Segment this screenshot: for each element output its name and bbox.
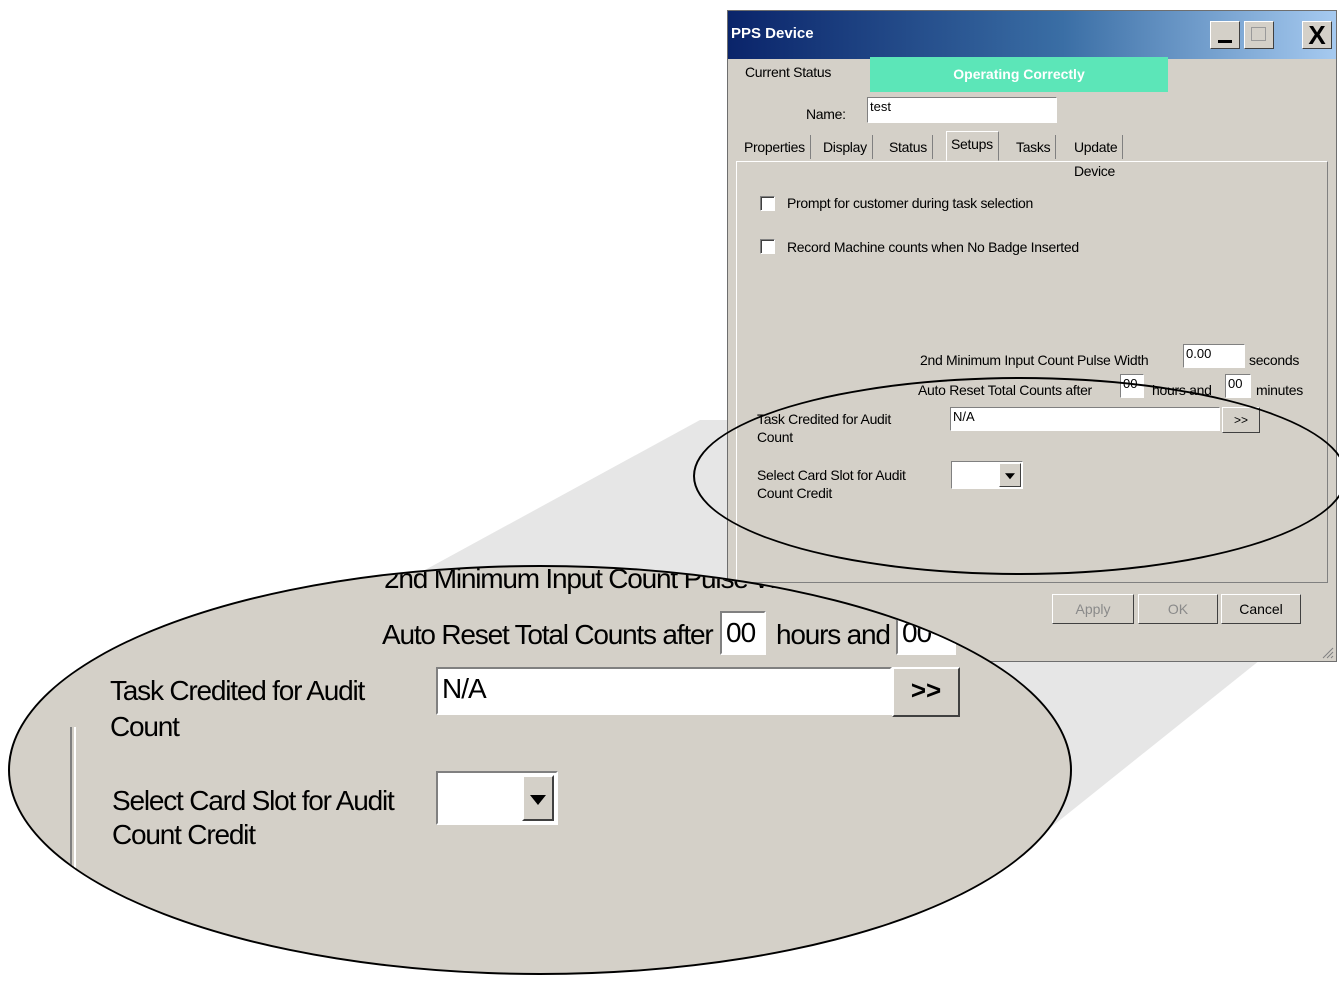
pps-device-window: PPS Device X Current Status Operating Co… [727,10,1337,662]
current-status-label: Current Status [745,64,832,80]
zoom-task-credited-label-line1: Task Credited for Audit [110,675,365,706]
tab-tasks[interactable]: Tasks [1012,135,1057,159]
setups-panel [736,161,1328,583]
hours-input[interactable]: 00 [1120,374,1144,398]
zoom-minutes-input[interactable]: 00 [896,611,956,655]
zoom-auto-reset-label: Auto Reset Total Counts after [382,619,714,650]
minutes-label: minutes [1256,382,1303,398]
name-label: Name: [806,106,846,122]
pulse-width-input[interactable]: 0.00 [1183,344,1245,368]
card-slot-label-line2: Count Credit [757,485,832,501]
tab-update-device[interactable]: Update Device [1070,135,1124,179]
close-button[interactable]: X [1302,20,1332,50]
resize-grip-icon[interactable] [1320,645,1334,659]
zoom-hours-input[interactable]: 00 [720,611,766,655]
zoom-panel-edge-highlight [74,727,76,947]
zoom-task-browse-button[interactable]: >> [892,667,960,717]
task-browse-button[interactable]: >> [1222,407,1260,433]
zoom-hours-label: hours and [776,619,891,650]
maximize-button[interactable] [1244,21,1274,49]
zoom-card-slot-label-line2: Count Credit [112,819,256,850]
card-slot-label-line1: Select Card Slot for Audit [757,467,906,483]
tab-status[interactable]: Status [885,135,933,159]
zoom-pulse-width-label: 2nd Minimum Input Count Pulse W [384,565,781,594]
auto-reset-label: Auto Reset Total Counts after [918,382,1092,398]
chevron-down-icon[interactable] [999,463,1021,487]
minutes-input[interactable]: 00 [1225,374,1251,398]
pulse-unit-label: seconds [1249,352,1300,368]
minimize-button[interactable] [1210,21,1240,49]
zoom-task-credited-label-line2: Count [110,711,180,742]
record-counts-label: Record Machine counts when No Badge Inse… [787,239,1079,255]
task-credited-input[interactable]: N/A [950,407,1220,431]
tab-properties[interactable]: Properties [740,135,811,159]
prompt-customer-checkbox[interactable] [760,196,775,211]
name-input[interactable]: test [867,97,1057,123]
pulse-width-label: 2nd Minimum Input Count Pulse Width [920,352,1149,368]
task-credited-label-line2: Count [757,429,793,445]
zoom-chevron-down-icon[interactable] [522,775,554,821]
title-bar[interactable]: PPS Device X [728,11,1336,59]
cancel-button[interactable]: Cancel [1221,594,1301,624]
zoom-card-slot-select[interactable] [436,771,558,825]
zoom-callout: 2nd Minimum Input Count Pulse W Auto Res… [8,565,1072,975]
record-counts-checkbox[interactable] [760,239,775,254]
minimize-icon [1218,40,1232,43]
window-title: PPS Device [731,25,814,42]
close-icon: X [1308,20,1326,50]
tab-display[interactable]: Display [819,135,873,159]
prompt-customer-label: Prompt for customer during task selectio… [787,195,1034,211]
hours-label: hours and [1152,382,1212,398]
ok-button[interactable]: OK [1138,594,1218,624]
maximize-icon [1251,27,1266,41]
tab-setups[interactable]: Setups [946,131,999,161]
zoom-card-slot-label-line1: Select Card Slot for Audit [112,785,395,816]
card-slot-select[interactable] [951,461,1023,489]
status-indicator: Operating Correctly [870,57,1168,92]
task-credited-label-line1: Task Credited for Audit [757,411,891,427]
zoom-task-credited-input[interactable]: N/A [436,667,892,715]
zoom-panel-edge [70,727,72,947]
